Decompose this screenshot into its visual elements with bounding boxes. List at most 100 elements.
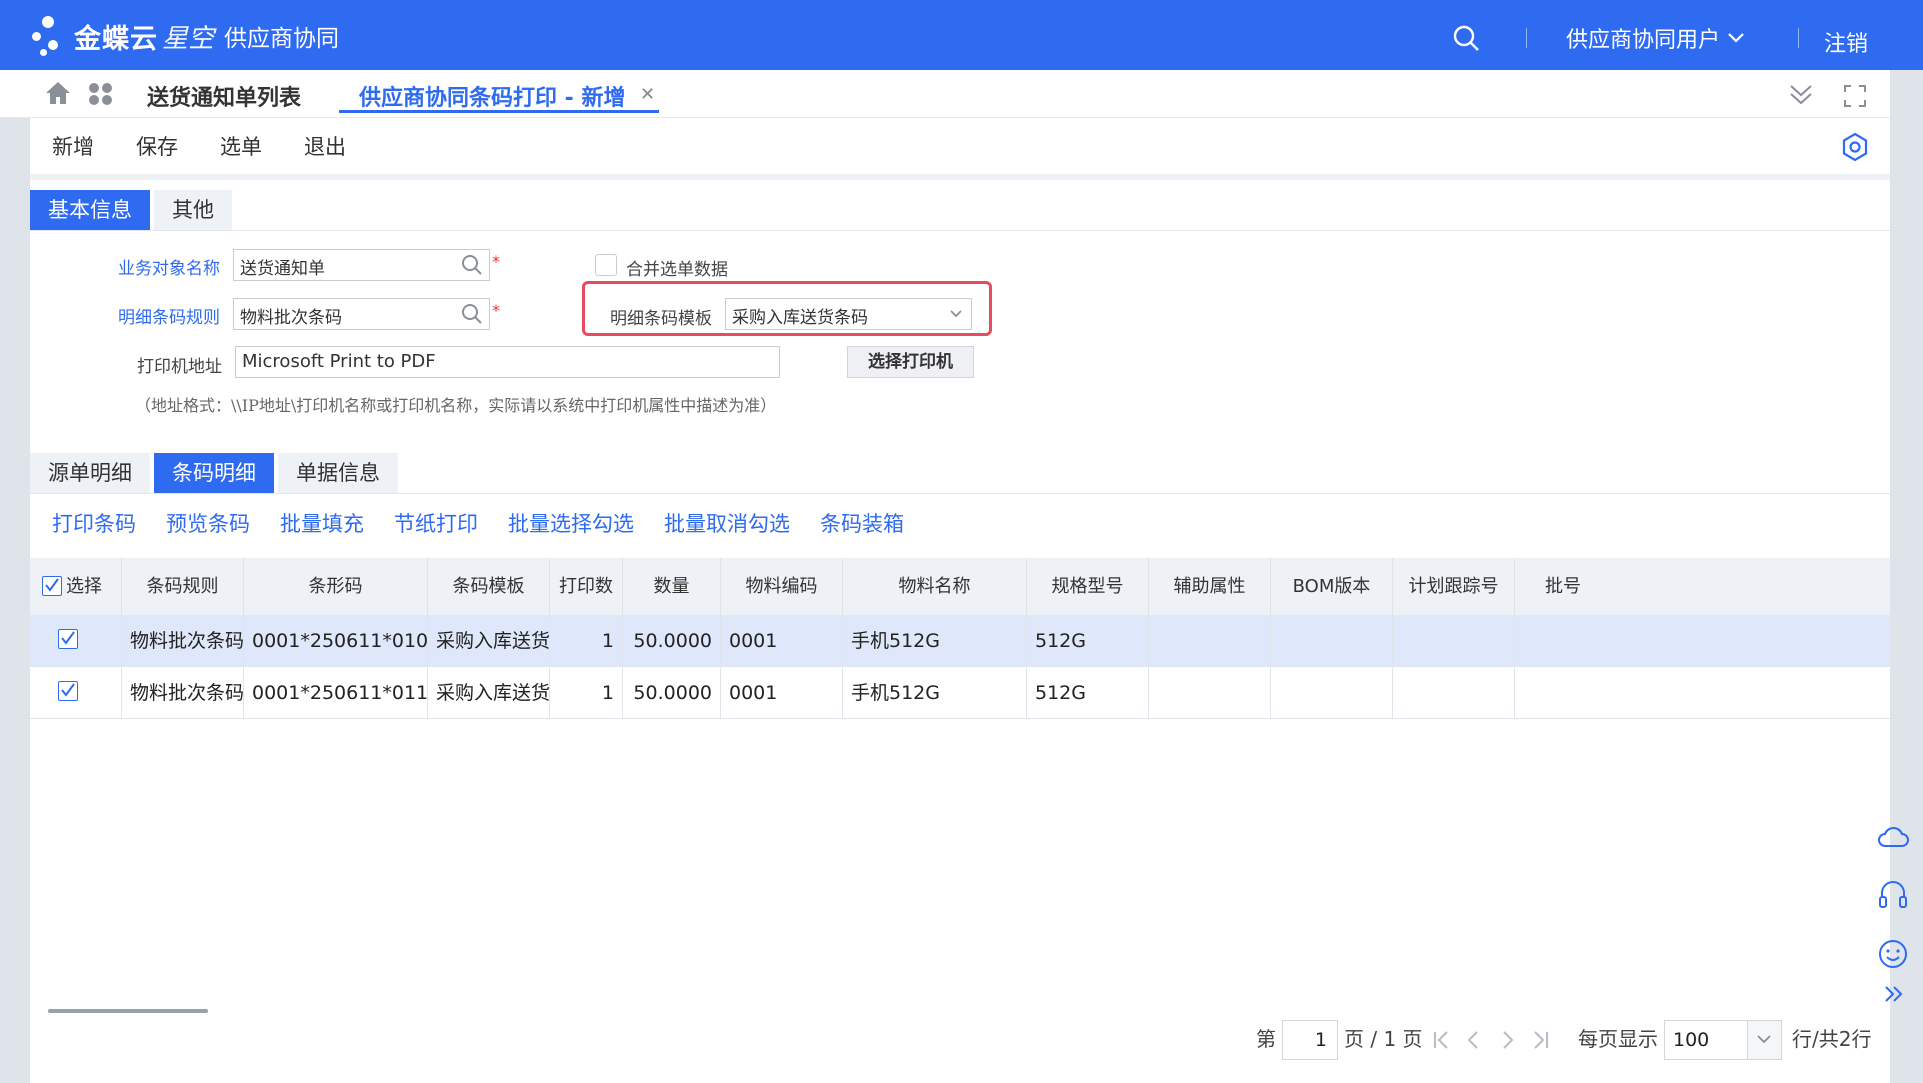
biz-object-value: 送货通知单 xyxy=(240,259,325,279)
preview-barcode-button[interactable]: 预览条码 xyxy=(166,508,250,538)
cell-aux xyxy=(1149,615,1271,667)
divider xyxy=(1798,28,1799,48)
total-rows: 行/共2行 xyxy=(1792,1027,1872,1051)
col-batch[interactable]: 批号 xyxy=(1515,558,1637,615)
row-checkbox[interactable] xyxy=(58,681,78,701)
print-barcode-button[interactable]: 打印条码 xyxy=(52,508,136,538)
biz-object-field[interactable]: 送货通知单 xyxy=(233,249,490,281)
gear-icon[interactable] xyxy=(1840,132,1870,162)
tab-barcode-detail[interactable]: 条码明细 xyxy=(154,453,274,493)
tab-delivery-list[interactable]: 送货通知单列表 xyxy=(147,80,301,112)
brand-name-2: 星空 xyxy=(162,23,215,54)
cell-rule: 物料批次条码 xyxy=(122,615,244,667)
search-icon[interactable] xyxy=(461,254,483,276)
col-quantity[interactable]: 数量 xyxy=(623,558,721,615)
search-icon[interactable] xyxy=(1452,24,1480,52)
col-rule[interactable]: 条码规则 xyxy=(122,558,244,615)
printer-value: Microsoft Print to PDF xyxy=(242,351,436,372)
chevron-down-icon xyxy=(1728,33,1744,43)
cell-spec: 512G xyxy=(1027,615,1149,667)
home-icon[interactable] xyxy=(44,80,72,106)
fullscreen-icon[interactable] xyxy=(1843,84,1867,108)
col-bom[interactable]: BOM版本 xyxy=(1271,558,1393,615)
divider xyxy=(1526,28,1527,48)
rule-label: 明细条码规则 xyxy=(118,308,220,328)
row-checkbox[interactable] xyxy=(58,629,78,649)
printer-label: 打印机地址 xyxy=(137,357,222,377)
exit-button[interactable]: 退出 xyxy=(304,131,346,161)
cell-bom xyxy=(1271,615,1393,667)
cell-barcode: 0001*250611*011 xyxy=(244,667,428,719)
page-number-input[interactable]: 1 xyxy=(1282,1020,1338,1060)
user-menu[interactable]: 供应商协同用户 xyxy=(1566,22,1744,54)
headset-icon[interactable] xyxy=(1876,878,1910,912)
col-material-code[interactable]: 物料编码 xyxy=(721,558,843,615)
check-icon xyxy=(61,683,75,697)
rule-value: 物料批次条码 xyxy=(240,308,342,328)
template-value: 采购入库送货条码 xyxy=(732,308,868,328)
cell-quantity: 50.0000 xyxy=(623,667,721,719)
batch-fill-button[interactable]: 批量填充 xyxy=(280,508,364,538)
table-row[interactable]: 物料批次条码 0001*250611*010 采购入库送货... 1 50.00… xyxy=(30,615,1890,667)
select-all-checkbox[interactable] xyxy=(42,576,62,596)
batch-deselect-button[interactable]: 批量取消勾选 xyxy=(664,508,790,538)
brand-name: 金蝶云 xyxy=(74,23,158,55)
next-page-icon[interactable] xyxy=(1500,1029,1516,1051)
col-aux[interactable]: 辅助属性 xyxy=(1149,558,1271,615)
last-page-icon[interactable] xyxy=(1530,1029,1550,1051)
smile-icon[interactable] xyxy=(1876,937,1910,971)
grid-header: 选择 条码规则 条形码 条码模板 打印数 数量 物料编码 物料名称 规格型号 辅… xyxy=(30,558,1890,615)
top-bar: 金蝶云 星空 供应商协同 供应商协同用户 注销 xyxy=(0,0,1923,70)
save-button[interactable]: 保存 xyxy=(136,131,178,161)
main-panel: 新增 保存 选单 退出 基本信息 其他 业务对象名称 送货通知单 * 合并选单数… xyxy=(30,118,1890,1083)
cell-print-count: 1 xyxy=(550,615,623,667)
cloud-icon[interactable] xyxy=(1876,820,1910,854)
prev-page-icon[interactable] xyxy=(1465,1029,1481,1051)
cell-barcode: 0001*250611*010 xyxy=(244,615,428,667)
tab-other[interactable]: 其他 xyxy=(154,190,232,230)
per-page-label: 每页显示 xyxy=(1578,1027,1658,1051)
col-plan-track[interactable]: 计划跟踪号 xyxy=(1393,558,1515,615)
new-button[interactable]: 新增 xyxy=(52,131,94,161)
printer-field[interactable]: Microsoft Print to PDF xyxy=(235,346,780,378)
table-row[interactable]: 物料批次条码 0001*250611*011 采购入库送货... 1 50.00… xyxy=(30,667,1890,719)
search-icon[interactable] xyxy=(461,303,483,325)
tab-document-info[interactable]: 单据信息 xyxy=(278,453,398,493)
logout-link[interactable]: 注销 xyxy=(1824,26,1868,58)
cell-plan-track xyxy=(1393,615,1515,667)
printer-hint: （地址格式：\\IP地址\打印机名称或打印机名称，实际请以系统中打印机属性中描述… xyxy=(135,396,777,415)
tab-source-detail[interactable]: 源单明细 xyxy=(30,453,150,493)
template-select[interactable]: 采购入库送货条码 xyxy=(725,298,972,330)
chevron-down-icon xyxy=(1757,1035,1771,1044)
col-material-name[interactable]: 物料名称 xyxy=(843,558,1027,615)
batch-select-button[interactable]: 批量选择勾选 xyxy=(508,508,634,538)
tab-barcode-print[interactable]: 供应商协同条码打印 - 新增 xyxy=(359,80,625,112)
app-logo[interactable]: 金蝶云 星空 供应商协同 xyxy=(28,14,339,58)
first-page-icon[interactable] xyxy=(1432,1029,1452,1051)
rule-field[interactable]: 物料批次条码 xyxy=(233,298,490,330)
tab-basic-info[interactable]: 基本信息 xyxy=(30,190,150,230)
select-button[interactable]: 选单 xyxy=(220,131,262,161)
merge-checkbox[interactable] xyxy=(595,254,617,276)
paper-save-print-button[interactable]: 节纸打印 xyxy=(394,508,478,538)
horizontal-scrollbar[interactable] xyxy=(48,1009,208,1013)
col-barcode[interactable]: 条形码 xyxy=(244,558,428,615)
double-chevron-down-icon[interactable] xyxy=(1788,82,1814,108)
close-icon[interactable]: ✕ xyxy=(640,84,655,105)
col-template[interactable]: 条码模板 xyxy=(428,558,550,615)
check-icon xyxy=(45,578,59,592)
per-page-select[interactable]: 100 xyxy=(1664,1020,1782,1060)
divider xyxy=(30,230,1890,231)
biz-object-label: 业务对象名称 xyxy=(118,259,220,279)
col-print-count[interactable]: 打印数 xyxy=(550,558,623,615)
chevron-down-icon xyxy=(950,310,962,318)
col-spec[interactable]: 规格型号 xyxy=(1027,558,1149,615)
barcode-boxing-button[interactable]: 条码装箱 xyxy=(820,508,904,538)
choose-printer-button[interactable]: 选择打印机 xyxy=(847,346,974,378)
template-label: 明细条码模板 xyxy=(610,309,712,329)
cell-rule: 物料批次条码 xyxy=(122,667,244,719)
cell-template: 采购入库送货... xyxy=(428,615,550,667)
apps-grid-icon[interactable] xyxy=(88,82,114,106)
double-chevron-right-icon[interactable] xyxy=(1882,984,1906,1004)
cell-bom xyxy=(1271,667,1393,719)
